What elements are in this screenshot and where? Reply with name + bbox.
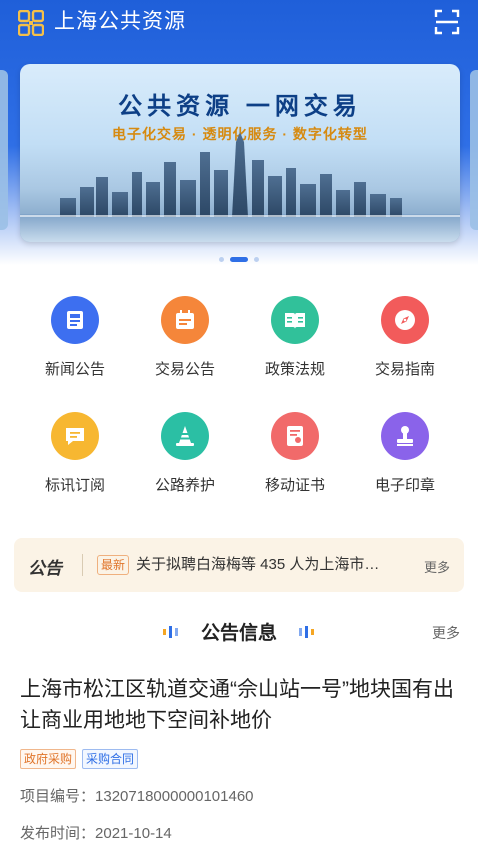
message-icon [51, 412, 99, 460]
promo-banner[interactable]: 公共资源 一网交易 电子化交易 · 透明化服务 · 数字化转型 [20, 64, 460, 242]
publish-time: 发布时间：2021-10-14 [20, 822, 172, 843]
article-title[interactable]: 上海市松江区轨道交通“佘山站一号”地块国有出让商业用地地下空间补地价 [20, 674, 460, 736]
notice-more-link[interactable]: 更多 [424, 557, 450, 576]
tag-government-procurement: 政府采购 [20, 749, 77, 769]
project-number: 项目编号：1320718000000101460 [20, 785, 254, 806]
grid-label: 交易指南 [374, 361, 435, 378]
grid-item-certificate[interactable]: 移动证书 [240, 412, 350, 495]
city-skyline-image [20, 132, 460, 242]
publish-time-value: 2021-10-14 [95, 825, 172, 842]
publish-time-label: 发布时间： [20, 825, 96, 842]
grid-label: 移动证书 [264, 477, 325, 494]
grid-label: 标讯订阅 [44, 477, 105, 494]
certificate-icon [271, 412, 319, 460]
compass-icon [381, 296, 429, 344]
top-bar: 上海公共资源 [0, 0, 478, 44]
banner-prev-peek[interactable] [0, 70, 8, 230]
tag-procurement-contract: 采购合同 [82, 749, 139, 769]
calendar-icon [161, 296, 209, 344]
newspaper-icon [51, 296, 99, 344]
banner-next-peek[interactable] [470, 70, 478, 230]
scan-qr-icon[interactable] [434, 9, 460, 35]
grid-item-subscription[interactable]: 标讯订阅 [20, 412, 130, 495]
pagination-dot[interactable] [254, 257, 259, 263]
section-more-link[interactable]: 更多 [432, 623, 460, 643]
section-decoration-icon [299, 626, 314, 638]
banner-pagination [0, 251, 478, 269]
grid-item-guide[interactable]: 交易指南 [350, 296, 460, 379]
new-badge: 最新 [97, 555, 130, 575]
grid-label: 公路养护 [154, 477, 215, 494]
grid-label: 交易公告 [154, 361, 215, 378]
notice-text[interactable]: 关于拟聘白海梅等 435 人为上海市… [136, 555, 406, 575]
notice-bar[interactable]: 公告 最新 关于拟聘白海梅等 435 人为上海市… 更多 [14, 538, 464, 592]
pagination-dot[interactable] [219, 257, 224, 263]
grid-label: 新闻公告 [44, 361, 105, 378]
grid-item-e-seal[interactable]: 电子印章 [350, 412, 460, 495]
app-title: 上海公共资源 [54, 10, 186, 33]
grid-item-road[interactable]: 公路养护 [130, 412, 240, 495]
pagination-dot-active[interactable] [230, 257, 248, 263]
article-tags: 政府采购 采购合同 [20, 749, 144, 769]
stamp-icon [381, 412, 429, 460]
book-icon [271, 296, 319, 344]
grid-item-trade-notice[interactable]: 交易公告 [130, 296, 240, 379]
notice-divider [82, 554, 83, 576]
grid-label: 政策法规 [264, 361, 325, 378]
section-title: 公告信息 [200, 623, 277, 644]
notice-tag: 公告 [28, 559, 62, 578]
grid-item-policy[interactable]: 政策法规 [240, 296, 350, 379]
project-number-label: 项目编号： [20, 788, 96, 805]
banner-title: 公共资源 一网交易 [118, 93, 362, 120]
grid-label: 电子印章 [374, 477, 435, 494]
grid-item-news[interactable]: 新闻公告 [20, 296, 130, 379]
app-logo-icon [18, 10, 44, 36]
project-number-value: 1320718000000101460 [95, 788, 254, 805]
traffic-cone-icon [161, 412, 209, 460]
